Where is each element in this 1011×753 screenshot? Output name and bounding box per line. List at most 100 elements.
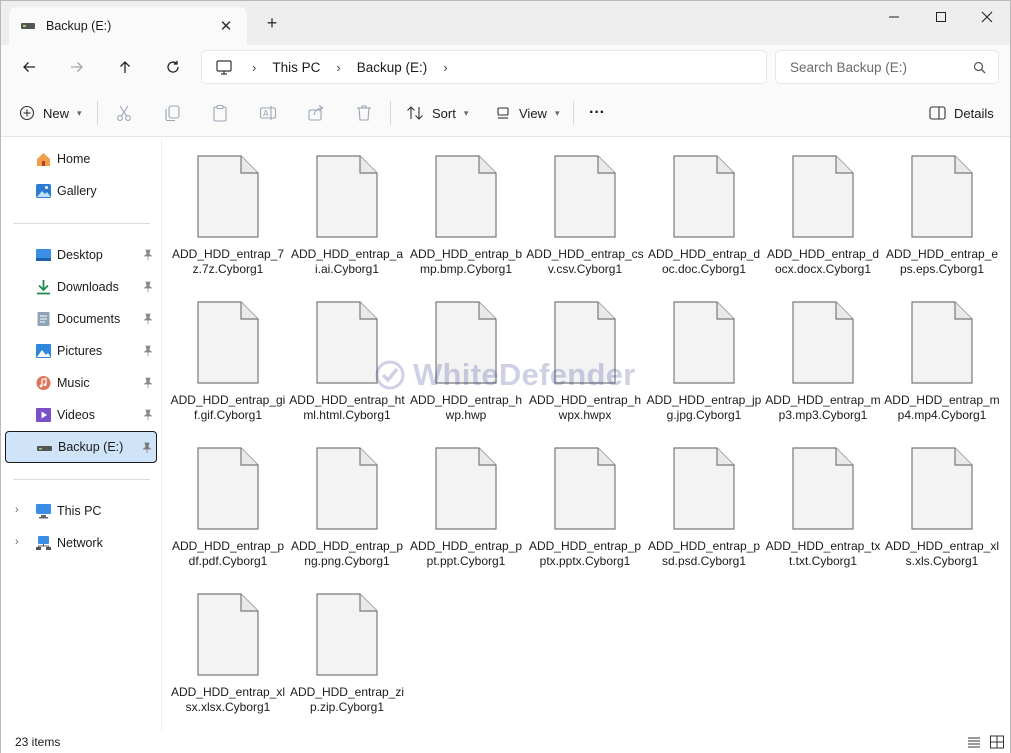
chevron-right-icon[interactable]: ›: [15, 504, 19, 516]
file-item[interactable]: ADD_HDD_entrap_hwp.hwp: [407, 296, 525, 440]
refresh-button[interactable]: [157, 51, 189, 83]
back-button[interactable]: [13, 51, 45, 83]
sidebar-item-documents[interactable]: Documents: [5, 304, 157, 334]
up-button[interactable]: [109, 51, 141, 83]
sidebar-item-pictures[interactable]: Pictures: [5, 336, 157, 366]
file-name: ADD_HDD_entrap_docx.docx.Cyborg1: [766, 247, 880, 276]
search-box[interactable]: Search Backup (E:): [775, 50, 999, 84]
file-item[interactable]: ADD_HDD_entrap_doc.doc.Cyborg1: [645, 150, 763, 294]
file-item[interactable]: ADD_HDD_entrap_png.png.Cyborg1: [288, 442, 406, 586]
pin-icon[interactable]: [143, 281, 153, 295]
paste-button[interactable]: [210, 103, 230, 123]
tab-backup[interactable]: Backup (E:) ✕: [9, 7, 247, 45]
file-name: ADD_HDD_entrap_pdf.pdf.Cyborg1: [171, 539, 285, 568]
minimize-button[interactable]: [871, 1, 917, 33]
file-item[interactable]: ADD_HDD_entrap_xls.xls.Cyborg1: [883, 442, 1001, 586]
file-item[interactable]: ADD_HDD_entrap_mp4.mp4.Cyborg1: [883, 296, 1001, 440]
sort-button[interactable]: Sort ▾: [406, 99, 468, 127]
sidebar-item-downloads[interactable]: Downloads: [5, 272, 157, 302]
file-icon: [316, 447, 378, 530]
monitor-icon: [216, 59, 232, 75]
navigation-bar: › This PC › Backup (E:) › Search Backup …: [1, 45, 1010, 89]
address-bar[interactable]: › This PC › Backup (E:) ›: [201, 50, 767, 84]
file-name: ADD_HDD_entrap_xlsx.xlsx.Cyborg1: [170, 685, 286, 714]
file-item[interactable]: ADD_HDD_entrap_psd.psd.Cyborg1: [645, 442, 763, 586]
file-item[interactable]: ADD_HDD_entrap_zip.zip.Cyborg1: [288, 588, 406, 732]
breadcrumb-separator[interactable]: ›: [443, 60, 447, 75]
breadcrumb-backup[interactable]: Backup (E:): [357, 60, 428, 75]
drive-icon: [21, 23, 35, 29]
chevron-right-icon[interactable]: ›: [15, 536, 19, 548]
file-item[interactable]: ADD_HDD_entrap_eps.eps.Cyborg1: [883, 150, 1001, 294]
file-name: ADD_HDD_entrap_hwpx.hwpx: [528, 393, 642, 422]
file-name: ADD_HDD_entrap_mp4.mp4.Cyborg1: [884, 393, 1000, 422]
file-item[interactable]: ADD_HDD_entrap_7z.7z.Cyborg1: [169, 150, 287, 294]
file-item[interactable]: ADD_HDD_entrap_csv.csv.Cyborg1: [526, 150, 644, 294]
cut-button[interactable]: [114, 103, 134, 123]
sidebar-item-videos[interactable]: Videos: [5, 400, 157, 430]
sidebar-item-backup-drive[interactable]: Backup (E:): [5, 431, 157, 463]
file-item[interactable]: ADD_HDD_entrap_ai.ai.Cyborg1: [288, 150, 406, 294]
large-icons-view-icon[interactable]: [989, 734, 1005, 750]
file-icon: [435, 301, 497, 384]
delete-button[interactable]: [354, 103, 374, 123]
trash-icon: [357, 105, 371, 121]
file-icon: [316, 301, 378, 384]
tab-close-button[interactable]: ✕: [217, 17, 235, 35]
close-window-button[interactable]: [964, 1, 1010, 33]
sidebar-item-desktop[interactable]: Desktop: [5, 240, 157, 270]
forward-button[interactable]: [61, 51, 93, 83]
file-item[interactable]: ADD_HDD_entrap_gif.gif.Cyborg1: [169, 296, 287, 440]
file-item[interactable]: ADD_HDD_entrap_hwpx.hwpx: [526, 296, 644, 440]
file-item[interactable]: ADD_HDD_entrap_jpg.jpg.Cyborg1: [645, 296, 763, 440]
file-item[interactable]: ADD_HDD_entrap_txt.txt.Cyborg1: [764, 442, 882, 586]
sidebar-item-home[interactable]: Home: [5, 144, 157, 174]
pin-icon[interactable]: [143, 345, 153, 359]
file-icon: [316, 155, 378, 238]
maximize-button[interactable]: [918, 1, 964, 33]
file-item[interactable]: ADD_HDD_entrap_xlsx.xlsx.Cyborg1: [169, 588, 287, 732]
breadcrumb-separator[interactable]: ›: [336, 60, 340, 75]
file-icon: [197, 593, 259, 676]
new-tab-button[interactable]: +: [262, 13, 282, 33]
sidebar-item-label: This PC: [57, 504, 102, 518]
more-options-button[interactable]: ···: [589, 99, 605, 127]
file-item[interactable]: ADD_HDD_entrap_bmp.bmp.Cyborg1: [407, 150, 525, 294]
details-view-icon[interactable]: [966, 734, 982, 750]
pin-icon[interactable]: [142, 442, 152, 456]
view-button[interactable]: View ▾: [495, 99, 559, 127]
divider: [13, 223, 150, 224]
copy-button[interactable]: [162, 103, 182, 123]
details-button[interactable]: Details: [929, 99, 994, 127]
pin-icon[interactable]: [143, 249, 153, 263]
pin-icon[interactable]: [143, 377, 153, 391]
sort-icon: [407, 106, 423, 120]
file-item[interactable]: ADD_HDD_entrap_pptx.pptx.Cyborg1: [526, 442, 644, 586]
sidebar-item-this-pc[interactable]: › This PC: [5, 496, 157, 526]
file-item[interactable]: ADD_HDD_entrap_pdf.pdf.Cyborg1: [169, 442, 287, 586]
sidebar-item-gallery[interactable]: Gallery: [5, 176, 157, 206]
share-button[interactable]: [306, 103, 326, 123]
videos-icon: [36, 408, 51, 422]
sidebar-item-music[interactable]: Music: [5, 368, 157, 398]
breadcrumb-this-pc[interactable]: This PC: [272, 60, 320, 75]
file-item[interactable]: ADD_HDD_entrap_html.html.Cyborg1: [288, 296, 406, 440]
file-name: ADD_HDD_entrap_xls.xls.Cyborg1: [884, 539, 1000, 568]
sidebar-item-network[interactable]: › Network: [5, 528, 157, 558]
file-icon: [554, 447, 616, 530]
file-item[interactable]: ADD_HDD_entrap_mp3.mp3.Cyborg1: [764, 296, 882, 440]
new-button[interactable]: New ▾: [19, 99, 82, 127]
file-item[interactable]: ADD_HDD_entrap_docx.docx.Cyborg1: [764, 150, 882, 294]
pin-icon[interactable]: [143, 313, 153, 327]
breadcrumb-separator[interactable]: ›: [252, 60, 256, 75]
file-name: ADD_HDD_entrap_html.html.Cyborg1: [289, 393, 405, 422]
divider: [573, 101, 574, 125]
command-bar: New ▾ A Sort ▾ View ▾ ··· Details: [1, 89, 1010, 137]
file-name: ADD_HDD_entrap_hwp.hwp: [409, 393, 523, 422]
file-icon: [435, 447, 497, 530]
file-item[interactable]: ADD_HDD_entrap_ppt.ppt.Cyborg1: [407, 442, 525, 586]
pin-icon[interactable]: [143, 409, 153, 423]
rename-button[interactable]: A: [258, 103, 278, 123]
gallery-icon: [36, 184, 51, 198]
details-label: Details: [954, 105, 994, 121]
